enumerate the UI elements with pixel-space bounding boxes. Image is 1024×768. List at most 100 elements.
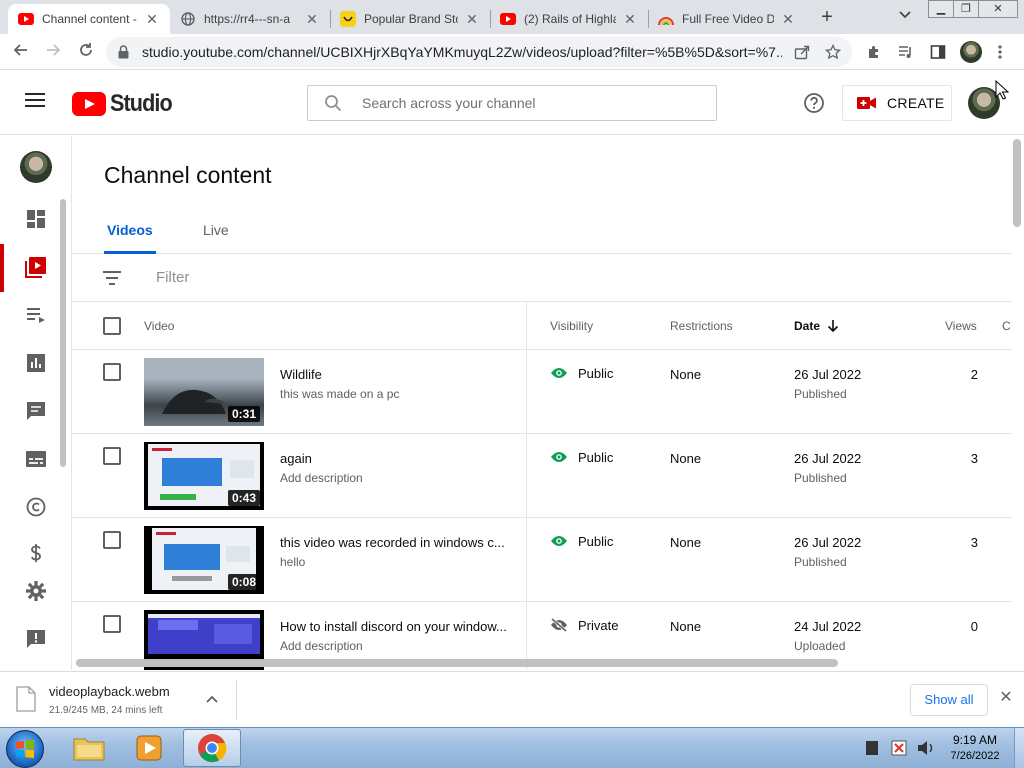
column-restrictions[interactable]: Restrictions	[670, 319, 733, 333]
search-input[interactable]	[362, 95, 702, 111]
taskbar-clock[interactable]: 9:19 AM 7/26/2022	[940, 732, 1010, 764]
send-feedback-icon[interactable]	[24, 627, 48, 651]
video-thumbnail[interactable]: 0:08	[144, 526, 264, 594]
filter-bar[interactable]: Filter	[72, 254, 1012, 302]
analytics-icon[interactable]	[24, 351, 48, 375]
forward-button[interactable]	[42, 42, 64, 64]
new-tab-button[interactable]: +	[816, 6, 838, 28]
restore-window-button[interactable]: ❐	[953, 0, 979, 18]
show-all-downloads-button[interactable]: Show all	[910, 684, 988, 716]
video-thumbnail[interactable]: 0:43	[144, 442, 264, 510]
browser-tab-full-free-video[interactable]: Full Free Video Do ✕	[648, 4, 806, 34]
system-tray-icons[interactable]	[862, 738, 942, 758]
side-panel-icon[interactable]	[928, 42, 948, 62]
video-title[interactable]: this video was recorded in windows c...	[280, 535, 512, 550]
column-date-sort[interactable]: Date	[794, 319, 840, 333]
visibility-cell[interactable]: Public	[550, 365, 613, 381]
close-tab-icon[interactable]: ✕	[780, 11, 796, 28]
filter-placeholder[interactable]: Filter	[156, 269, 189, 286]
playlists-icon[interactable]	[24, 303, 48, 327]
video-title[interactable]: How to install discord on your window...	[280, 619, 512, 634]
tab-label: Videos	[107, 222, 153, 238]
filter-icon[interactable]	[102, 270, 122, 286]
close-window-button[interactable]: ✕	[978, 0, 1018, 18]
comments-icon[interactable]	[24, 399, 48, 423]
bookmark-star-icon[interactable]	[823, 42, 843, 62]
minimize-window-button[interactable]: ▁	[928, 0, 954, 18]
extensions-puzzle-icon[interactable]	[864, 42, 884, 62]
settings-gear-icon[interactable]	[24, 579, 48, 603]
tab-live[interactable]: Live	[200, 222, 232, 254]
taskbar-file-explorer[interactable]	[60, 729, 118, 767]
download-shelf: videoplayback.webm 21.9/245 MB, 24 mins …	[0, 671, 1024, 727]
row-checkbox[interactable]	[103, 447, 121, 465]
column-comments[interactable]: C	[1002, 319, 1011, 333]
tab-videos[interactable]: Videos	[104, 222, 156, 254]
dashboard-icon[interactable]	[24, 207, 48, 231]
channel-search-box[interactable]	[307, 85, 717, 121]
channel-avatar[interactable]	[20, 151, 52, 183]
video-thumbnail[interactable]: 0:31	[144, 358, 264, 426]
column-visibility[interactable]: Visibility	[550, 319, 593, 333]
reload-button[interactable]	[75, 42, 97, 64]
close-tab-icon[interactable]: ✕	[622, 11, 638, 28]
row-checkbox[interactable]	[103, 531, 121, 549]
taskbar-media-player[interactable]	[120, 729, 178, 767]
share-icon[interactable]	[792, 42, 812, 62]
globe-icon	[180, 11, 196, 27]
row-checkbox[interactable]	[103, 615, 121, 633]
chrome-logo-icon	[198, 734, 227, 763]
video-title[interactable]: Wildlife	[280, 367, 512, 382]
earn-dollar-icon[interactable]	[24, 541, 48, 565]
copyright-icon[interactable]	[24, 495, 48, 519]
download-filename[interactable]: videoplayback.webm	[49, 684, 170, 699]
visibility-cell[interactable]: Public	[550, 449, 613, 465]
table-row[interactable]: 0:08 this video was recorded in windows …	[72, 518, 1012, 602]
subtitles-icon[interactable]	[24, 447, 48, 471]
channel-content-main: Channel content Videos Live Filter Video…	[72, 136, 1012, 670]
browser-tab-rr4[interactable]: https://rr4---sn-a ✕	[170, 4, 330, 34]
browser-tab-channel-content[interactable]: Channel content - ✕	[8, 4, 170, 34]
close-tab-icon[interactable]: ✕	[304, 11, 320, 28]
back-button[interactable]	[10, 42, 32, 64]
views-cell: 2	[970, 367, 978, 382]
column-views[interactable]: Views	[945, 319, 977, 333]
browser-tab-popular-brand[interactable]: Popular Brand Sto ✕	[330, 4, 490, 34]
chrome-menu-icon[interactable]	[990, 42, 1010, 62]
table-row[interactable]: 0:43 again Add description Public None 2…	[72, 434, 1012, 518]
tab-search-chevron-icon[interactable]	[895, 8, 915, 26]
taskbar-chrome[interactable]	[183, 729, 241, 767]
visibility-cell[interactable]: Private	[550, 617, 618, 633]
close-tab-icon[interactable]: ✕	[144, 11, 160, 28]
show-desktop-button[interactable]	[1014, 728, 1024, 768]
row-checkbox[interactable]	[103, 363, 121, 381]
date-cell: 26 Jul 2022	[794, 367, 862, 382]
content-tabs: Videos Live	[72, 216, 1012, 254]
horizontal-scrollbar[interactable]	[76, 659, 838, 667]
lock-icon[interactable]	[118, 45, 132, 59]
private-eye-off-icon	[550, 617, 570, 633]
windows-taskbar: 9:19 AM 7/26/2022	[0, 727, 1024, 768]
chevron-up-icon[interactable]	[204, 692, 220, 708]
table-row[interactable]: 0:31 Wildlife this was made on a pc Publ…	[72, 350, 1012, 434]
start-button[interactable]	[6, 730, 44, 768]
address-bar[interactable]: studio.youtube.com/channel/UCBIXHjrXBqYa…	[106, 37, 852, 67]
vertical-scrollbar[interactable]	[1013, 139, 1021, 227]
smiley-icon	[340, 11, 356, 27]
close-download-bar-icon[interactable]: ✕	[998, 690, 1014, 706]
visibility-cell[interactable]: Public	[550, 533, 613, 549]
profile-avatar[interactable]	[960, 41, 982, 63]
browser-tab-rails-of-highlands[interactable]: (2) Rails of Highla ✕	[490, 4, 648, 34]
sidebar-scrollbar[interactable]	[60, 199, 66, 467]
media-queue-icon[interactable]	[896, 42, 916, 62]
video-title[interactable]: again	[280, 451, 512, 466]
date-cell: 26 Jul 2022	[794, 451, 862, 466]
content-icon[interactable]	[24, 255, 48, 279]
youtube-studio-logo[interactable]: Studio	[72, 90, 179, 118]
download-separator	[236, 680, 237, 720]
close-tab-icon[interactable]: ✕	[464, 11, 480, 28]
hamburger-menu-icon[interactable]	[25, 93, 45, 113]
select-all-checkbox[interactable]	[103, 317, 121, 335]
create-button[interactable]: CREATE	[842, 85, 952, 121]
help-icon[interactable]	[803, 92, 825, 114]
